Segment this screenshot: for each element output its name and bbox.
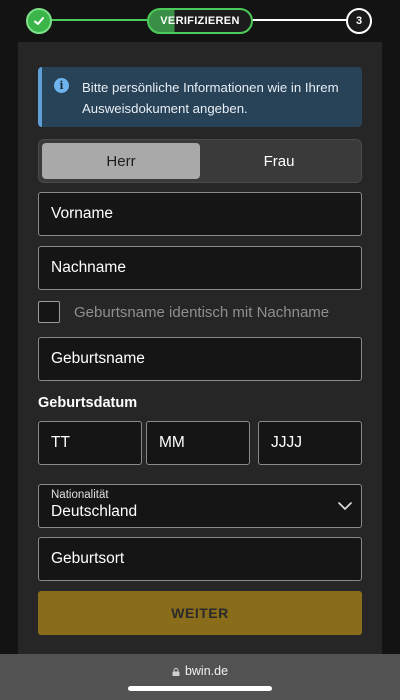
birth-month-field[interactable]: MM [146,421,250,465]
first-name-field[interactable]: Vorname [38,192,362,236]
chevron-down-icon [338,502,352,510]
birth-name-same-checkbox[interactable] [38,301,60,323]
birth-name-field[interactable]: Geburtsname [38,337,362,381]
home-indicator[interactable] [128,686,272,691]
step-2-current: VERIFIZIEREN [147,8,253,34]
gender-toggle: Herr Frau [38,139,362,183]
birth-name-same-label: Geburtsname identisch mit Nachname [74,303,330,321]
checkmark-icon [34,17,44,25]
step-1-done [26,8,52,34]
nationality-label: Nationalität [51,489,109,501]
progress-stepper: VERIFIZIEREN 3 [0,0,400,42]
info-text: Bitte persönliche Informationen wie in I… [82,80,339,116]
url-display: bwin.de [0,664,400,678]
birth-year-field[interactable]: JJJJ [258,421,362,465]
url-text: bwin.de [184,664,229,678]
birth-place-field[interactable]: Geburtsort [38,537,362,581]
stepper-line-done [50,19,148,21]
nationality-value: Deutschland [51,503,138,520]
birth-day-field[interactable]: TT [38,421,142,465]
info-icon: i [54,78,69,93]
birth-name-same-row: Geburtsname identisch mit Nachname [38,300,368,324]
step-3-pending: 3 [346,8,372,34]
nationality-select[interactable]: Nationalität Deutschland [38,484,362,528]
gender-option-herr[interactable]: Herr [42,143,200,179]
browser-url-bar[interactable]: bwin.de [0,654,400,700]
stepper-line-pending [252,19,348,21]
birthdate-label: Geburtsdatum [38,395,138,411]
info-banner: i Bitte persönliche Informationen wie in… [38,67,362,127]
last-name-field[interactable]: Nachname [38,246,362,290]
lock-icon [172,668,180,676]
continue-button[interactable]: WEITER [38,591,362,635]
gender-option-frau[interactable]: Frau [200,143,358,179]
